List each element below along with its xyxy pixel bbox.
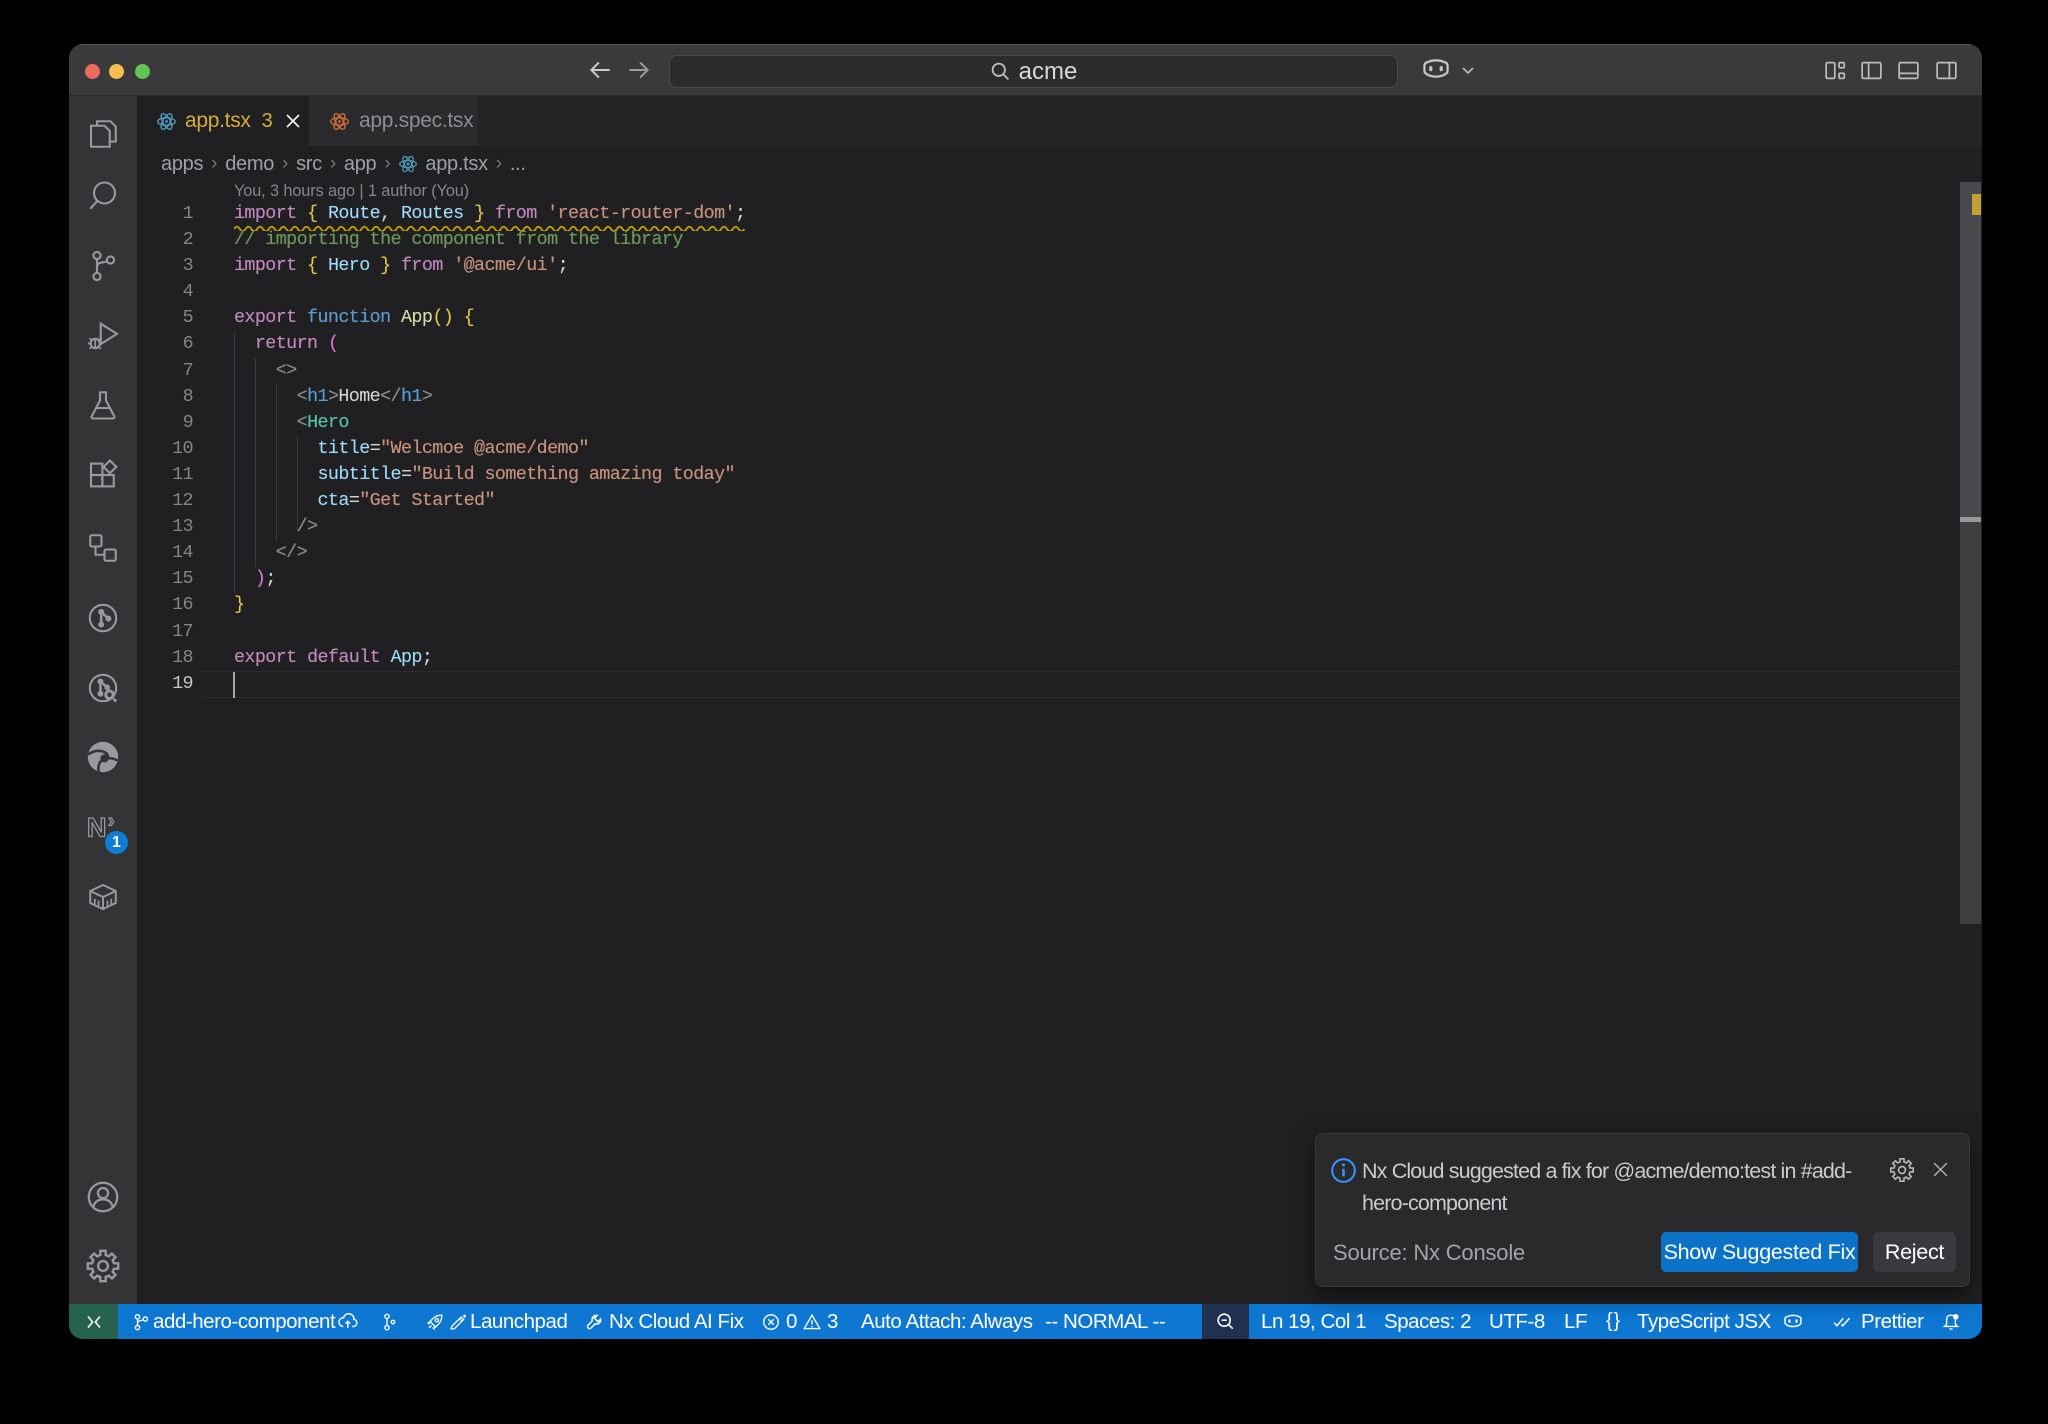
svg-text:N: N: [87, 812, 107, 843]
svg-text:›: ›: [108, 811, 114, 832]
